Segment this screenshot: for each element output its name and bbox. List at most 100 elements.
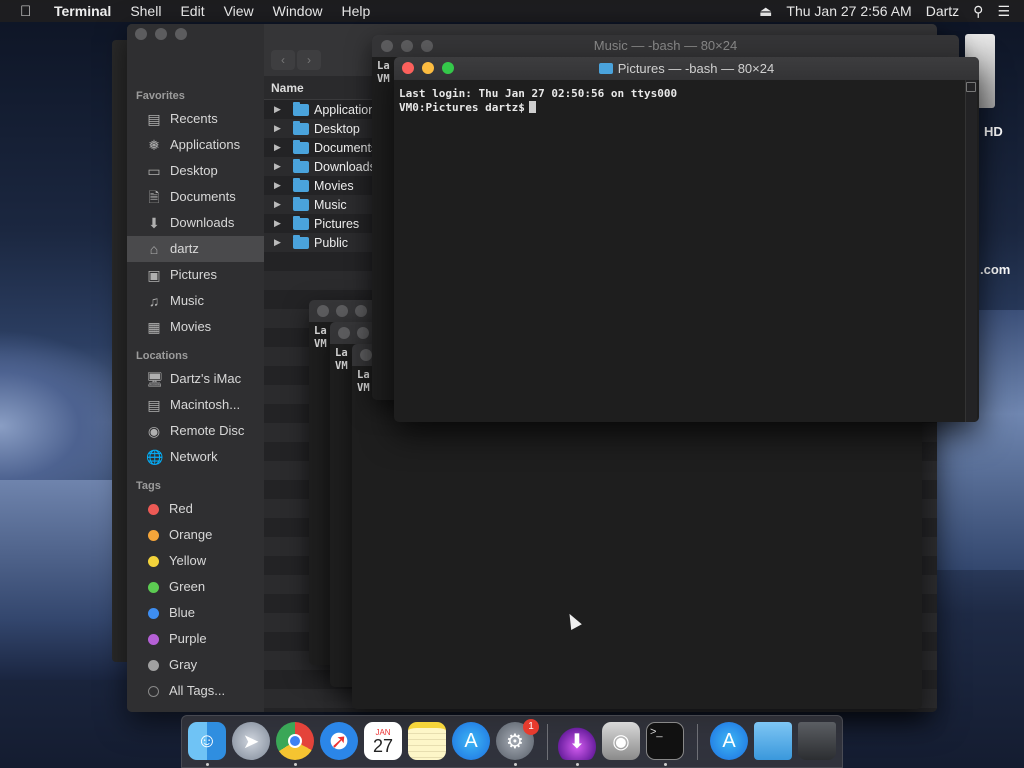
tag-color-dot-icon (148, 607, 159, 619)
sidebar-item-recents[interactable]: ▤ Recents (127, 106, 264, 132)
file-name: Documents (314, 140, 378, 155)
terminal-icon[interactable]: >_ (646, 722, 684, 760)
zoom-button[interactable] (355, 305, 367, 317)
desktop-file-label[interactable]: .com (980, 262, 1010, 277)
menu-app-terminal[interactable]: Terminal (54, 3, 111, 19)
sidebar-item-all-tags[interactable]: All Tags... (127, 678, 264, 704)
chrome-icon[interactable] (276, 722, 314, 760)
sidebar-item-tag-blue[interactable]: Blue (127, 600, 264, 626)
eject-icon[interactable]: ⏏ (759, 3, 772, 20)
trash-icon[interactable] (798, 722, 836, 760)
sidebar-item-applications[interactable]: ❅ Applications (127, 132, 264, 158)
sidebar-item-documents[interactable]: 🗎 Documents (127, 184, 264, 210)
split-pane-icon[interactable] (966, 82, 976, 92)
text-cursor (528, 101, 536, 113)
applications-folder-icon[interactable]: A (710, 722, 748, 760)
disclosure-triangle-icon[interactable]: ▶ (274, 199, 286, 210)
running-indicator (664, 763, 667, 766)
folder-icon (293, 101, 309, 116)
notification-badge: 1 (523, 719, 539, 735)
sidebar-item-music[interactable]: ♫ Music (127, 288, 264, 314)
sidebar-item-remote-disc[interactable]: ◉ Remote Disc (127, 418, 264, 444)
sidebar-item-tag-gray[interactable]: Gray (127, 652, 264, 678)
forward-button[interactable]: › (297, 50, 321, 70)
disclosure-triangle-icon[interactable]: ▶ (274, 161, 286, 172)
folder-icon (293, 120, 309, 135)
menu-window[interactable]: Window (273, 3, 323, 19)
folder-icon (293, 139, 309, 154)
image-capture-icon[interactable]: ◉ (602, 722, 640, 760)
terminal-snippet: VM (377, 73, 390, 85)
calendar-icon[interactable]: JAN 27 (364, 722, 402, 760)
notes-icon[interactable] (408, 722, 446, 760)
zoom-button[interactable] (175, 28, 187, 40)
close-button[interactable] (360, 349, 372, 361)
applications-icon: ❅ (148, 137, 160, 153)
sidebar-item-tag-purple[interactable]: Purple (127, 626, 264, 652)
back-button[interactable]: ‹ (271, 50, 295, 70)
notification-center-icon[interactable]: ☰ (997, 3, 1010, 20)
pictures-icon: ▣ (147, 267, 161, 283)
sidebar-item-network[interactable]: 🌐 Network (127, 444, 264, 470)
sidebar-item-tag-green[interactable]: Green (127, 574, 264, 600)
finder-icon[interactable]: ☺ (188, 722, 226, 760)
minimize-button[interactable] (357, 327, 369, 339)
file-name: Movies (314, 178, 354, 193)
file-name: Music (314, 197, 347, 212)
disclosure-triangle-icon[interactable]: ▶ (274, 123, 286, 134)
folder-icon (293, 234, 309, 249)
folder-icon (293, 196, 309, 211)
disclosure-triangle-icon[interactable]: ▶ (274, 142, 286, 153)
tag-color-dot-icon (148, 503, 159, 515)
file-name: Pictures (314, 216, 360, 231)
minimize-button[interactable] (336, 305, 348, 317)
menu-edit[interactable]: Edit (180, 3, 204, 19)
apple-menu-icon[interactable]:  (20, 3, 38, 20)
network-icon: 🌐 (146, 449, 164, 465)
menu-view[interactable]: View (224, 3, 254, 19)
menu-help[interactable]: Help (341, 3, 370, 19)
sidebar-item-pictures[interactable]: ▣ Pictures (127, 262, 264, 288)
documents-icon: 🗎 (148, 189, 160, 205)
sidebar-item-imac[interactable]: 🖥 Dartz's iMac (127, 366, 264, 392)
music-terminal-title: Music — -bash — 80×24 (593, 38, 738, 53)
sidebar-item-movies[interactable]: ▦ Movies (127, 314, 264, 340)
running-indicator (514, 763, 517, 766)
downloads-stack-icon[interactable] (754, 722, 792, 760)
menu-shell[interactable]: Shell (130, 3, 161, 19)
minimize-button[interactable] (155, 28, 167, 40)
close-button[interactable] (338, 327, 350, 339)
all-tags-icon (148, 685, 159, 697)
sidebar-item-downloads[interactable]: ⬇ Downloads (127, 210, 264, 236)
close-button[interactable] (317, 305, 329, 317)
installer-icon[interactable]: ⬇ (558, 722, 596, 760)
running-indicator (294, 763, 297, 766)
terminal-output[interactable]: Last login: Thu Jan 27 02:50:56 on ttys0… (394, 80, 979, 122)
safari-icon[interactable]: ➚ (320, 722, 358, 760)
sidebar-item-tag-red[interactable]: Red (127, 496, 264, 522)
spotlight-search-icon[interactable]: ⚲ (973, 3, 983, 20)
downloads-icon: ⬇ (148, 215, 160, 231)
app-store-icon[interactable]: A (452, 722, 490, 760)
menubar-user[interactable]: Dartz (926, 3, 959, 19)
scrollbar[interactable] (965, 80, 977, 422)
sidebar-item-tag-yellow[interactable]: Yellow (127, 548, 264, 574)
close-button[interactable] (135, 28, 147, 40)
sidebar-item-tag-orange[interactable]: Orange (127, 522, 264, 548)
sidebar-item-macintosh-hd[interactable]: ▤ Macintosh... (127, 392, 264, 418)
file-name: Downloads (314, 159, 376, 174)
system-preferences-icon[interactable]: ⚙ 1 (496, 719, 539, 760)
launchpad-icon[interactable]: ➤ (232, 722, 270, 760)
sidebar-item-dartz[interactable]: ⌂ dartz (127, 236, 264, 262)
tag-color-dot-icon (148, 529, 159, 541)
disclosure-triangle-icon[interactable]: ▶ (274, 180, 286, 191)
disclosure-triangle-icon[interactable]: ▶ (274, 104, 286, 115)
hd-label[interactable]: HD (984, 124, 1003, 139)
tag-label: Purple (169, 631, 207, 646)
file-name: Public (314, 235, 349, 250)
menubar-clock[interactable]: Thu Jan 27 2:56 AM (786, 3, 911, 19)
disclosure-triangle-icon[interactable]: ▶ (274, 237, 286, 248)
disclosure-triangle-icon[interactable]: ▶ (274, 218, 286, 229)
pictures-terminal-window[interactable]: Pictures — -bash — 80×24 Last login: Thu… (394, 57, 979, 422)
sidebar-item-desktop[interactable]: ▭ Desktop (127, 158, 264, 184)
